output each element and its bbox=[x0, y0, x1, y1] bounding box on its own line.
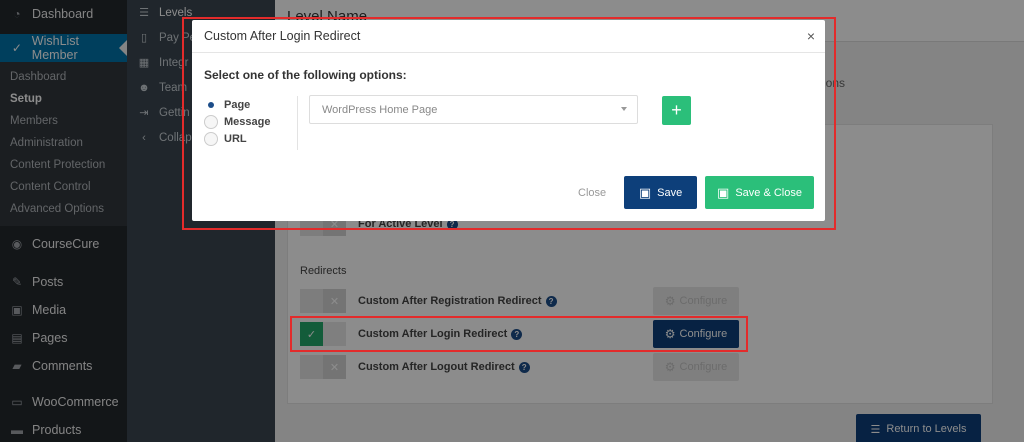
option-page[interactable]: Page bbox=[204, 96, 270, 113]
add-page-button[interactable]: + bbox=[662, 96, 691, 125]
redirect-modal: Custom After Login Redirect × Select one… bbox=[192, 20, 825, 221]
save-button[interactable]: ▣ Save bbox=[624, 176, 697, 209]
close-icon[interactable]: × bbox=[807, 28, 815, 44]
modal-prompt: Select one of the following options: bbox=[204, 68, 407, 82]
radio-unselected[interactable] bbox=[204, 114, 218, 129]
option-url[interactable]: URL bbox=[204, 130, 270, 147]
modal-header: Custom After Login Redirect × bbox=[192, 20, 825, 53]
floppy-icon: ▣ bbox=[638, 184, 652, 200]
redirect-type-options: Page Message URL bbox=[204, 96, 270, 147]
option-message[interactable]: Message bbox=[204, 113, 270, 130]
close-button[interactable]: Close bbox=[578, 187, 606, 199]
modal-title: Custom After Login Redirect bbox=[204, 29, 361, 43]
divider bbox=[297, 96, 298, 150]
page-select[interactable]: WordPress Home Page bbox=[309, 95, 638, 124]
floppy-icon: ▣ bbox=[717, 184, 730, 200]
radio-selected[interactable] bbox=[204, 97, 218, 112]
chevron-down-icon bbox=[621, 107, 627, 111]
save-close-button[interactable]: ▣ Save & Close bbox=[705, 176, 814, 209]
radio-unselected[interactable] bbox=[204, 131, 218, 146]
